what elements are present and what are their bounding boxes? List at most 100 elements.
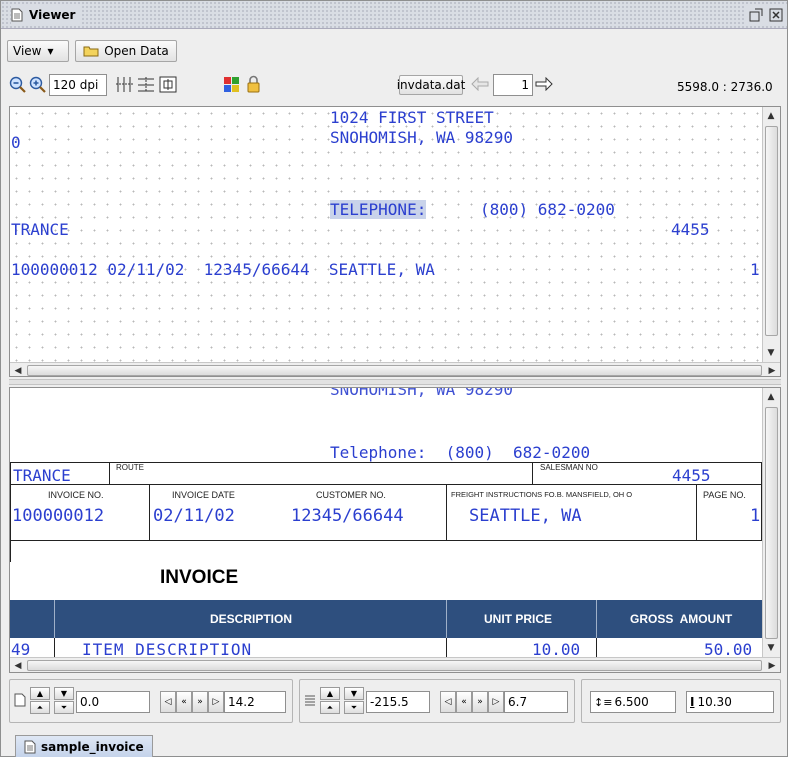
- line-spacing-field[interactable]: ↕≡ 6.500: [590, 691, 676, 713]
- invoice-title: INVOICE: [160, 567, 239, 588]
- x-step-field[interactable]: 14.2: [224, 691, 286, 713]
- arrow-left-icon[interactable]: [471, 77, 489, 91]
- horizontal-scrollbar[interactable]: ◀ ▶: [10, 657, 780, 672]
- window-title: Viewer: [11, 6, 82, 24]
- tab-sample-invoice[interactable]: sample_invoice: [15, 735, 153, 757]
- frame-line: [596, 638, 597, 658]
- salesman-value: 4455: [672, 466, 711, 485]
- fast-left-button[interactable]: «: [456, 691, 472, 713]
- data-line: 4455: [671, 220, 710, 239]
- menu-bar: View ▾ Open Data: [1, 39, 787, 67]
- lock-icon[interactable]: [246, 75, 261, 93]
- header-divider: [446, 600, 447, 638]
- header-divider: [596, 600, 597, 638]
- scroll-thumb[interactable]: [27, 660, 762, 671]
- close-icon[interactable]: [769, 5, 783, 25]
- view-menu-button[interactable]: View ▾: [7, 40, 69, 62]
- nudge-left-button[interactable]: ◁: [160, 691, 176, 713]
- y-position-panel: ▲ ⏶ ▼ ⏷ -215.5 ◁ « » ▷ 6.7: [299, 679, 575, 723]
- nudge-right-button[interactable]: ▷: [488, 691, 504, 713]
- page-no-header: PAGE NO.: [703, 490, 746, 500]
- frame-line: [532, 462, 533, 484]
- scroll-thumb[interactable]: [765, 407, 778, 639]
- fast-up-button[interactable]: ⏶: [30, 701, 50, 714]
- document-icon: [11, 8, 23, 22]
- step-down-button[interactable]: ▼: [344, 687, 364, 700]
- scroll-left-icon[interactable]: ◀: [10, 363, 26, 376]
- column-guide-icon[interactable]: [115, 76, 133, 93]
- data-line: 100000012 02/11/02 12345/66644 SEATTLE, …: [11, 260, 435, 279]
- frame-line: [446, 485, 447, 540]
- vertical-scrollbar[interactable]: ▲ ▼: [762, 388, 780, 657]
- fast-up-button[interactable]: ⏶: [320, 701, 340, 714]
- title-bar[interactable]: Viewer: [1, 1, 787, 29]
- scroll-down-icon[interactable]: ▼: [763, 345, 779, 361]
- horizontal-scrollbar[interactable]: ◀ ▶: [10, 362, 780, 376]
- splitter[interactable]: [9, 379, 781, 385]
- dpi-field[interactable]: 120 dpi: [49, 74, 107, 96]
- scroll-right-icon[interactable]: ▶: [764, 363, 780, 376]
- form-trance: TRANCE: [13, 466, 71, 485]
- color-palette-icon[interactable]: [223, 76, 240, 93]
- gross-amount-column-header: GROSS AMOUNT: [630, 612, 733, 626]
- frame-line: [10, 484, 762, 485]
- unit-price-column-header: UNIT PRICE: [484, 612, 553, 626]
- vertical-scrollbar[interactable]: ▲ ▼: [762, 107, 780, 362]
- fit-icon[interactable]: [159, 76, 177, 93]
- folder-icon: [83, 45, 99, 57]
- freight-header: FREIGHT INSTRUCTIONS FO.B. MANSFIELD, OH…: [451, 490, 633, 499]
- scroll-up-icon[interactable]: ▲: [763, 108, 779, 124]
- toolbar: 120 dpi invdata.dat 1 5598.0 : 2736.0: [1, 71, 787, 101]
- nudge-left-button[interactable]: ◁: [440, 691, 456, 713]
- data-view-pane[interactable]: 1024 FIRST STREET 0 SNOHOMISH, WA 98290 …: [9, 106, 781, 377]
- page-no-value: 1: [750, 506, 761, 526]
- scroll-thumb[interactable]: [765, 126, 778, 336]
- frame-line: [10, 540, 762, 541]
- y-value-field[interactable]: -215.5: [366, 691, 430, 713]
- row-guide-icon[interactable]: [137, 76, 155, 93]
- step-up-button[interactable]: ▲: [320, 687, 340, 700]
- step-down-button[interactable]: ▼: [54, 687, 74, 700]
- window-controls: [745, 5, 787, 25]
- scroll-left-icon[interactable]: ◀: [10, 658, 26, 672]
- char-size-value: 10.30: [697, 695, 732, 709]
- items-header: DESCRIPTION UNIT PRICE GROSS AMOUNT: [10, 600, 762, 638]
- frame-line: [446, 638, 447, 658]
- view-menu-label: View: [13, 44, 42, 58]
- page-field[interactable]: 1: [493, 74, 533, 96]
- open-data-label: Open Data: [104, 44, 169, 58]
- scroll-up-icon[interactable]: ▲: [763, 389, 779, 405]
- invoice-no-header: INVOICE NO.: [48, 490, 104, 500]
- invoice-date-header: INVOICE DATE: [172, 490, 235, 500]
- frame-line: [54, 638, 55, 658]
- step-up-button[interactable]: ▲: [30, 687, 50, 700]
- tab-label: sample_invoice: [41, 739, 144, 754]
- fast-down-button[interactable]: ⏷: [344, 701, 364, 714]
- x-value-field[interactable]: 0.0: [76, 691, 150, 713]
- fast-left-button[interactable]: «: [176, 691, 192, 713]
- char-size-field[interactable]: I 10.30: [686, 691, 774, 713]
- data-line: 0: [11, 133, 21, 152]
- fast-right-button[interactable]: »: [472, 691, 488, 713]
- nudge-right-button[interactable]: ▷: [208, 691, 224, 713]
- data-line: SNOHOMISH, WA 98290: [330, 128, 514, 147]
- open-data-button[interactable]: Open Data: [75, 40, 177, 62]
- scroll-down-icon[interactable]: ▼: [763, 640, 779, 656]
- document-icon: [24, 740, 36, 754]
- arrow-right-icon[interactable]: [535, 77, 553, 91]
- scroll-right-icon[interactable]: ▶: [764, 658, 780, 672]
- y-step-field[interactable]: 6.7: [504, 691, 568, 713]
- header-divider: [54, 600, 55, 638]
- fast-down-button[interactable]: ⏷: [54, 701, 74, 714]
- frame-line: [696, 485, 697, 540]
- data-file-button[interactable]: invdata.dat: [397, 75, 465, 95]
- form-view-pane[interactable]: SNOHOMISH, WA 98290 Telephone: (800) 682…: [9, 387, 781, 673]
- restore-icon[interactable]: [749, 5, 763, 25]
- telephone-highlight[interactable]: TELEPHONE:: [330, 200, 427, 219]
- zoom-in-icon[interactable]: [29, 76, 46, 93]
- fast-right-button[interactable]: »: [192, 691, 208, 713]
- data-line: (800) 682-0200: [480, 200, 615, 219]
- chevron-down-icon: ▾: [47, 44, 54, 58]
- scroll-thumb[interactable]: [27, 365, 762, 376]
- zoom-out-icon[interactable]: [9, 76, 26, 93]
